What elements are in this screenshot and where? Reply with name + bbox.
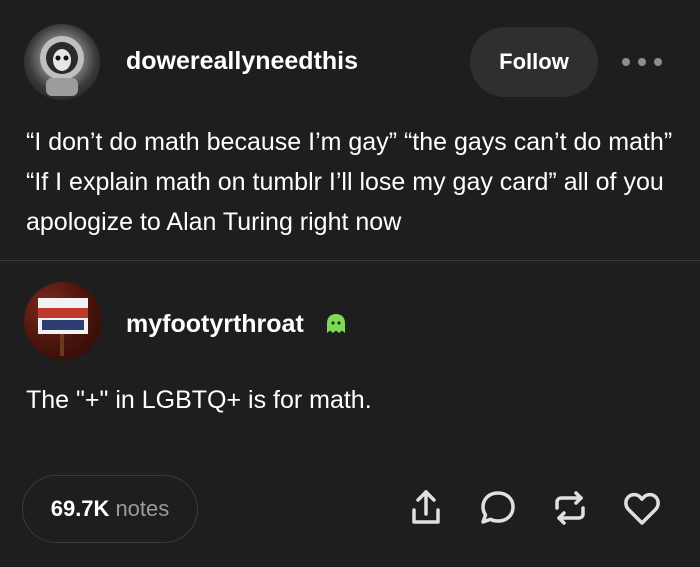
share-icon[interactable] bbox=[404, 486, 448, 530]
more-icon[interactable] bbox=[622, 48, 662, 76]
reblog-icon[interactable] bbox=[548, 486, 592, 530]
notes-button[interactable]: 69.7K notes bbox=[22, 475, 198, 543]
follow-button[interactable]: Follow bbox=[470, 27, 598, 97]
santorum-sign-image bbox=[38, 298, 88, 356]
reply-text: The "+" in LGBTQ+ is for math. bbox=[26, 386, 372, 414]
reply-icon[interactable] bbox=[476, 486, 520, 530]
heart-icon[interactable] bbox=[620, 486, 664, 530]
more-dot bbox=[622, 58, 630, 66]
reply-avatar[interactable] bbox=[24, 282, 102, 360]
post-text: “I don’t do math because I’m gay” “the g… bbox=[26, 128, 673, 236]
more-dot bbox=[654, 58, 662, 66]
post-username[interactable]: dowereallyneedthis bbox=[126, 47, 358, 76]
notes-count: 69.7K bbox=[50, 496, 110, 521]
divider bbox=[0, 260, 700, 261]
more-dot bbox=[638, 58, 646, 66]
reply-username[interactable]: myfootyrthroat bbox=[126, 310, 304, 339]
avatar[interactable] bbox=[24, 24, 100, 100]
astronaut-skull-image bbox=[40, 36, 84, 96]
notes-label: notes bbox=[115, 496, 170, 521]
ghost-icon bbox=[324, 312, 348, 336]
